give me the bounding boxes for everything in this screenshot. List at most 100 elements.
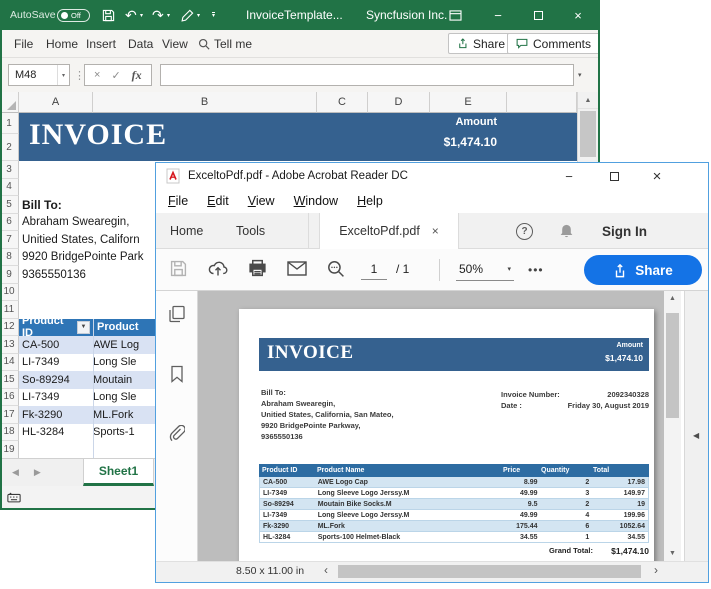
row-number[interactable]: 14 bbox=[0, 354, 19, 372]
notifications-button[interactable] bbox=[559, 213, 574, 249]
undo-icon[interactable]: ↶ bbox=[125, 0, 137, 30]
comments-button[interactable]: Comments bbox=[507, 33, 600, 54]
save-icon[interactable] bbox=[170, 260, 187, 277]
menu-data[interactable]: Data bbox=[128, 30, 153, 57]
filter-dropdown-icon[interactable]: ▼ bbox=[77, 321, 90, 334]
qat-customize-icon[interactable]: ▾ bbox=[212, 0, 215, 30]
help-button[interactable]: ? bbox=[516, 213, 533, 249]
tab-document[interactable]: ExceltoPdf.pdf × bbox=[319, 213, 459, 249]
cell-bill-street[interactable]: 9920 BridgePointe Park bbox=[22, 251, 143, 263]
share-button[interactable]: Share bbox=[584, 255, 702, 285]
maximize-button[interactable] bbox=[605, 163, 623, 189]
accessibility-status-icon[interactable] bbox=[7, 492, 21, 503]
menu-view[interactable]: View bbox=[248, 194, 275, 208]
ink-pen-icon[interactable] bbox=[181, 0, 194, 30]
column-header-partial[interactable] bbox=[507, 92, 577, 113]
name-box-dropdown-icon[interactable]: ▾ bbox=[57, 65, 69, 85]
h-scrollbar-thumb[interactable] bbox=[338, 565, 641, 578]
menu-view[interactable]: View bbox=[162, 30, 188, 57]
column-header-b[interactable]: B bbox=[93, 92, 317, 113]
email-icon[interactable] bbox=[287, 261, 307, 276]
print-icon[interactable] bbox=[248, 259, 267, 277]
row-number[interactable]: 16 bbox=[0, 389, 19, 407]
search-icon[interactable] bbox=[198, 30, 210, 57]
bookmarks-icon[interactable] bbox=[169, 365, 185, 383]
maximize-button[interactable] bbox=[530, 0, 546, 30]
column-header-d[interactable]: D bbox=[368, 92, 430, 113]
insert-function-icon[interactable]: fx bbox=[132, 68, 142, 83]
column-header-a[interactable]: A bbox=[19, 92, 93, 113]
more-tools-icon[interactable]: ••• bbox=[528, 263, 544, 277]
row-number[interactable]: 11 bbox=[0, 301, 19, 319]
sheet-nav-right-icon[interactable]: ▶ bbox=[34, 467, 41, 478]
tab-close-icon[interactable]: × bbox=[432, 224, 439, 238]
zoom-tools-icon[interactable] bbox=[327, 260, 345, 278]
menu-window[interactable]: Window bbox=[294, 194, 338, 208]
row-number[interactable]: 5 bbox=[0, 196, 19, 214]
expand-tools-pane-icon[interactable]: ◀ bbox=[693, 431, 699, 440]
scroll-right-icon[interactable]: › bbox=[654, 563, 658, 577]
row-number[interactable]: 12 bbox=[0, 319, 19, 337]
redo-dropdown-icon[interactable]: ▾ bbox=[167, 0, 170, 30]
close-button[interactable]: × bbox=[570, 0, 586, 30]
menu-file[interactable]: File bbox=[14, 30, 33, 57]
row-number[interactable]: 8 bbox=[0, 249, 19, 267]
row-number[interactable]: 18 bbox=[0, 424, 19, 442]
sheet-tab-sheet1[interactable]: Sheet1 bbox=[83, 459, 154, 486]
column-header-c[interactable]: C bbox=[317, 92, 368, 113]
menu-file[interactable]: File bbox=[168, 194, 188, 208]
row-number[interactable]: 2 bbox=[0, 134, 19, 161]
cell-bill-phone[interactable]: 9365550136 bbox=[22, 269, 86, 281]
row-number[interactable]: 1 bbox=[0, 113, 19, 134]
page-thumbnails-icon[interactable] bbox=[168, 305, 186, 323]
ribbon-display-options-icon[interactable] bbox=[449, 0, 462, 30]
sign-in-button[interactable]: Sign In bbox=[602, 213, 647, 249]
scrollbar-thumb[interactable] bbox=[580, 111, 596, 157]
row-number[interactable]: 7 bbox=[0, 231, 19, 249]
close-button[interactable]: × bbox=[648, 163, 666, 189]
cell-bill-to[interactable]: Bill To: bbox=[22, 198, 62, 212]
ink-pen-dropdown-icon[interactable]: ▾ bbox=[197, 0, 200, 30]
menu-edit[interactable]: Edit bbox=[207, 194, 229, 208]
select-all-corner[interactable] bbox=[0, 92, 19, 113]
cell-bill-name[interactable]: Abraham Swearegin, bbox=[22, 216, 129, 228]
redo-icon[interactable]: ↷ bbox=[152, 0, 164, 30]
menu-home[interactable]: Home bbox=[46, 30, 78, 57]
row-number[interactable]: 13 bbox=[0, 336, 19, 354]
row-number[interactable]: 6 bbox=[0, 214, 19, 232]
tell-me-label[interactable]: Tell me bbox=[214, 30, 252, 57]
minimize-button[interactable]: − bbox=[560, 163, 578, 189]
column-header-e[interactable]: E bbox=[430, 92, 507, 113]
tab-tools[interactable]: Tools bbox=[236, 224, 265, 238]
scroll-up-icon[interactable]: ▲ bbox=[578, 92, 598, 109]
scroll-up-icon[interactable]: ▲ bbox=[664, 295, 681, 302]
menu-insert[interactable]: Insert bbox=[86, 30, 116, 57]
pdf-vertical-scrollbar[interactable]: ▲ ▼ bbox=[664, 291, 681, 561]
row-number[interactable]: 9 bbox=[0, 266, 19, 284]
invoice-banner[interactable]: INVOICE Amount $1,474.10 bbox=[19, 113, 577, 161]
row-number[interactable]: 3 bbox=[0, 161, 19, 179]
menu-help[interactable]: Help bbox=[357, 194, 383, 208]
row-number[interactable]: 19 bbox=[0, 441, 19, 458]
cloud-upload-icon[interactable] bbox=[208, 259, 228, 277]
cell-bill-region[interactable]: Unitied States, Californ bbox=[22, 234, 140, 246]
scroll-down-icon[interactable]: ▼ bbox=[664, 550, 681, 557]
page-number-input[interactable]: 1 bbox=[361, 258, 387, 280]
row-number[interactable]: 15 bbox=[0, 371, 19, 389]
formula-input[interactable] bbox=[160, 64, 574, 86]
scroll-left-icon[interactable]: ‹ bbox=[324, 563, 328, 577]
minimize-button[interactable]: − bbox=[490, 0, 506, 30]
enter-icon[interactable]: ✓ bbox=[111, 69, 120, 82]
formula-expand-icon[interactable]: ▾ bbox=[578, 64, 582, 86]
scrollbar-thumb[interactable] bbox=[666, 313, 679, 418]
row-number[interactable]: 17 bbox=[0, 406, 19, 424]
row-number[interactable]: 4 bbox=[0, 179, 19, 197]
name-box[interactable]: M48▾ bbox=[8, 64, 70, 86]
autosave-toggle[interactable]: Off bbox=[57, 0, 90, 30]
undo-dropdown-icon[interactable]: ▾ bbox=[140, 0, 143, 30]
save-icon[interactable] bbox=[102, 0, 115, 30]
attachments-icon[interactable] bbox=[168, 425, 185, 443]
cancel-icon[interactable]: × bbox=[94, 69, 100, 81]
sheet-nav-left-icon[interactable]: ◀ bbox=[12, 467, 19, 478]
zoom-level-dropdown[interactable]: 50% ▾ bbox=[456, 257, 514, 281]
